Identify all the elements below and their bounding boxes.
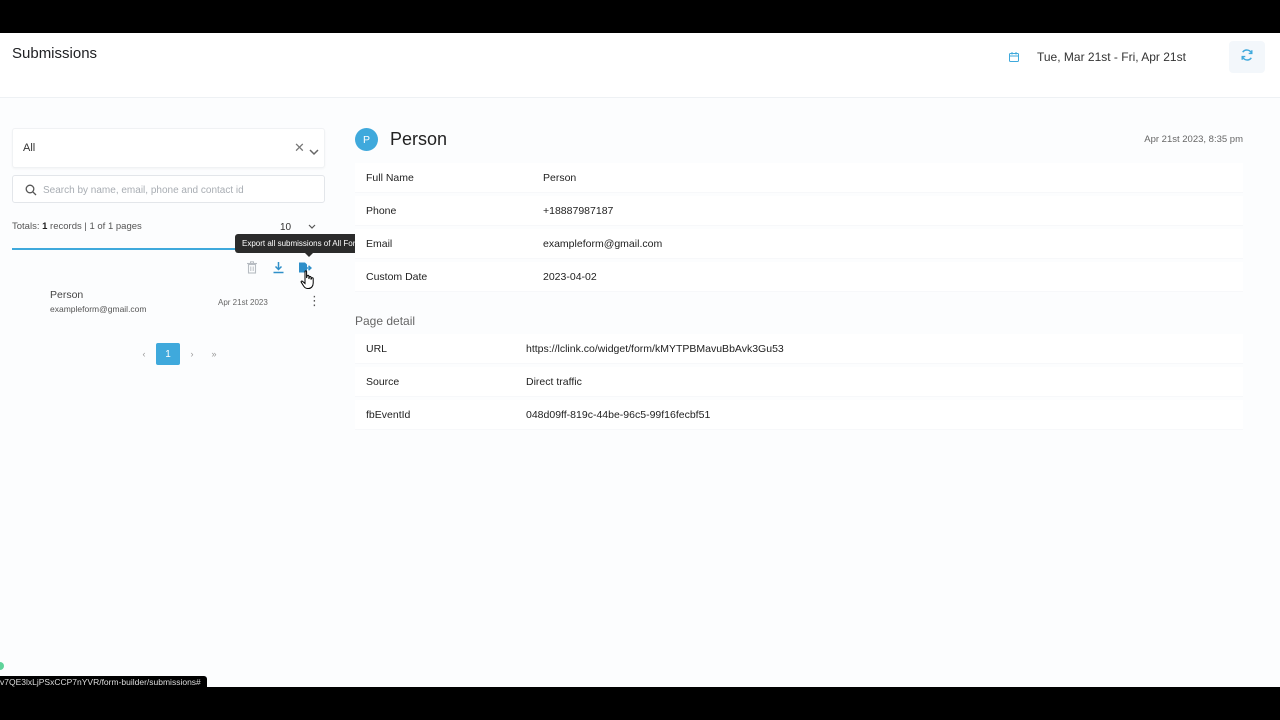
form-select-value: All [23, 142, 36, 154]
more-vertical-icon[interactable]: ⋮ [308, 294, 321, 307]
totals-prefix: Totals: [12, 221, 40, 232]
submission-email: exampleform@gmail.com [50, 304, 147, 314]
totals-text: Totals: 1 records | 1 of 1 pages [12, 221, 142, 232]
field-value: Person [543, 172, 577, 184]
search-field[interactable] [12, 175, 325, 203]
page-title: Submissions [12, 45, 98, 62]
submissions-list-panel: All ✕ Totals: 1 records | 1 of 1 pages 1… [12, 128, 370, 378]
form-select[interactable]: All ✕ [12, 128, 325, 168]
app-window: Submissions Tue, Mar 21st - Fri, Apr 21s… [0, 33, 1280, 687]
status-bar-url: v7QE3lxLjPSxCCP7nYVR/form-builder/submis… [0, 676, 207, 689]
per-page-value: 10 [280, 221, 292, 233]
field-value: exampleform@gmail.com [543, 238, 663, 250]
field-label: Source [366, 376, 400, 388]
field-label: Custom Date [366, 271, 428, 283]
field-label: Full Name [366, 172, 414, 184]
hand-cursor-icon [300, 270, 316, 295]
next-page-button[interactable]: › [182, 343, 202, 365]
submission-date: Apr 21st 2023 [218, 298, 268, 307]
refresh-button[interactable] [1229, 41, 1265, 73]
field-row: Email exampleform@gmail.com [355, 229, 1243, 259]
field-label: fbEventId [366, 409, 411, 421]
calendar-icon [1008, 51, 1020, 63]
chevron-down-icon[interactable] [309, 143, 319, 161]
field-label: Email [366, 238, 393, 250]
detail-timestamp: Apr 21st 2023, 8:35 pm [1144, 134, 1243, 145]
field-value: https://lclink.co/widget/form/kMYTPBMavu… [526, 343, 784, 355]
progress-fill [12, 248, 238, 250]
submission-name: Person [50, 289, 84, 301]
submission-detail-panel: P Person Apr 21st 2023, 8:35 pm Full Nam… [355, 128, 1243, 448]
download-icon [273, 262, 284, 274]
download-button[interactable] [272, 261, 286, 275]
date-range-label: Tue, Mar 21st - Fri, Apr 21st [1037, 50, 1186, 64]
page-field-row: URL https://lclink.co/widget/form/kMYTPB… [355, 334, 1243, 364]
pagination: ‹ 1 › » [134, 343, 224, 365]
clear-icon[interactable]: ✕ [294, 140, 305, 156]
field-value: +18887987187 [543, 205, 614, 217]
chevron-down-icon [308, 222, 316, 233]
prev-page-button[interactable]: ‹ [134, 343, 154, 365]
refresh-icon [1240, 48, 1254, 67]
totals-count: 1 [42, 221, 48, 232]
trash-icon [247, 261, 257, 274]
totals-suffix: records | 1 of 1 pages [50, 221, 142, 232]
field-value: 2023-04-02 [543, 271, 597, 283]
field-row: Full Name Person [355, 163, 1243, 193]
avatar: P [355, 128, 378, 151]
detail-name: Person [390, 129, 448, 149]
search-icon [25, 183, 37, 201]
field-label: Phone [366, 205, 397, 217]
submission-list-item[interactable]: Person exampleform@gmail.com Apr 21st 20… [12, 286, 325, 322]
delete-button[interactable] [246, 261, 260, 275]
date-range-picker[interactable]: Tue, Mar 21st - Fri, Apr 21st [1008, 47, 1186, 67]
last-page-button[interactable]: » [204, 343, 224, 365]
page-field-row: fbEventId 048d09ff-819c-44be-96c5-99f16f… [355, 400, 1243, 430]
field-value: 048d09ff-819c-44be-96c5-99f16fecbf51 [526, 409, 711, 421]
page-button-current[interactable]: 1 [156, 343, 180, 365]
page-detail-heading: Page detail [355, 314, 416, 328]
field-label: URL [366, 343, 388, 355]
top-bar: Submissions Tue, Mar 21st - Fri, Apr 21s… [0, 33, 1280, 98]
search-input[interactable] [43, 180, 313, 200]
export-tooltip: Export all submissions of All Form [235, 234, 370, 257]
field-row: Custom Date 2023-04-02 [355, 262, 1243, 292]
field-row: Phone +18887987187 [355, 196, 1243, 226]
content-area: All ✕ Totals: 1 records | 1 of 1 pages 1… [0, 98, 1280, 687]
field-value: Direct traffic [526, 376, 582, 388]
page-field-row: Source Direct traffic [355, 367, 1243, 397]
